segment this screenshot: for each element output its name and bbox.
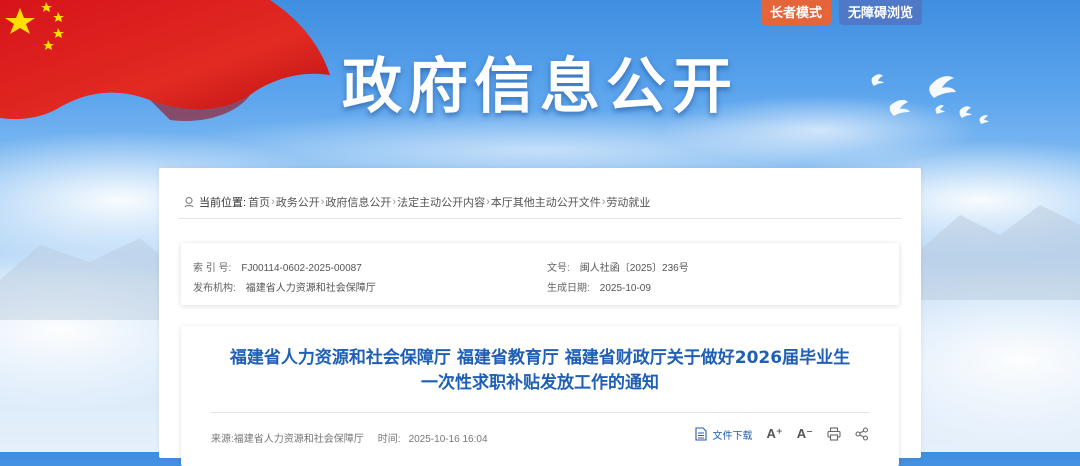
breadcrumb-home[interactable]: 首页 [248,194,270,210]
divider [179,218,901,219]
breadcrumb-employment[interactable]: 劳动就业 [606,194,650,210]
breadcrumb-info-disclosure[interactable]: 政府信息公开 [325,194,391,210]
doves-decoration-icon [871,74,989,124]
breadcrumb-statutory-content[interactable]: 法定主动公开内容 [397,194,485,210]
top-toolbar: 长者模式 无障碍浏览 [760,0,922,25]
issuer-label: 发布机构: [193,283,236,294]
time-value: 2025-10-16 16:04 [408,434,488,445]
generated-date-value: 2025-10-09 [599,283,651,294]
divider [211,412,869,413]
article-box: 福建省人力资源和社会保障厅 福建省教育厅 福建省财政厅关于做好2026届毕业生 … [181,326,899,466]
article-title: 福建省人力资源和社会保障厅 福建省教育厅 福建省财政厅关于做好2026届毕业生 … [181,346,899,396]
article-source-line: 来源:福建省人力资源和社会保障厅 时间: 2025-10-16 16:04 [211,430,488,445]
breadcrumb: 当前位置: 首页 › 政务公开 › 政府信息公开 › 法定主动公开内容 › 本厅… [183,194,650,210]
breadcrumb-separator: › [320,196,325,208]
source-label: 来源: [211,434,234,445]
elder-mode-button[interactable]: 长者模式 [760,0,831,25]
time-label: 时间: [377,434,401,445]
print-icon [827,427,841,441]
file-download-label: 文件下载 [712,430,753,442]
location-icon [184,196,194,208]
breadcrumb-other-files[interactable]: 本厅其他主动公开文件 [491,194,601,210]
document-icon [694,427,707,441]
breadcrumb-separator: › [486,196,490,208]
generated-date-label: 生成日期: [547,283,590,294]
doc-number-value: 闽人社函〔2025〕236号 [579,263,689,274]
accessible-browse-button[interactable]: 无障碍浏览 [838,0,922,25]
share-icon [855,427,869,441]
article-title-line2: 一次性求职补贴发放工作的通知 [421,373,659,393]
index-number-value: FJ00114-0602-2025-00087 [241,263,362,274]
source-value: 福建省人力资源和社会保障厅 [233,434,364,445]
doc-number-label: 文号: [547,263,570,274]
font-decrease-button[interactable]: A⁻ [797,426,813,442]
breadcrumb-gov-affairs[interactable]: 政务公开 [276,194,320,210]
issuer-value: 福建省人力资源和社会保障厅 [245,283,376,294]
print-button[interactable] [827,427,841,441]
content-panel: 当前位置: 首页 › 政务公开 › 政府信息公开 › 法定主动公开内容 › 本厅… [159,168,921,466]
file-download-button[interactable]: 文件下载 [694,427,753,442]
breadcrumb-prefix: 当前位置: [199,197,247,209]
article-title-line1: 福建省人力资源和社会保障厅 福建省教育厅 福建省财政厅关于做好2026届毕业生 [229,348,851,368]
breadcrumb-separator: › [601,196,606,208]
breadcrumb-separator: › [271,196,275,208]
index-number-label: 索 引 号: [193,263,232,274]
document-meta-box: 索 引 号: FJ00114-0602-2025-00087 文号: 闽人社函〔20… [181,243,899,305]
breadcrumb-separator: › [392,196,397,208]
share-button[interactable] [855,427,869,441]
article-tools: 文件下载 A⁺ A⁻ [694,426,870,442]
font-increase-button[interactable]: A⁺ [767,426,783,442]
